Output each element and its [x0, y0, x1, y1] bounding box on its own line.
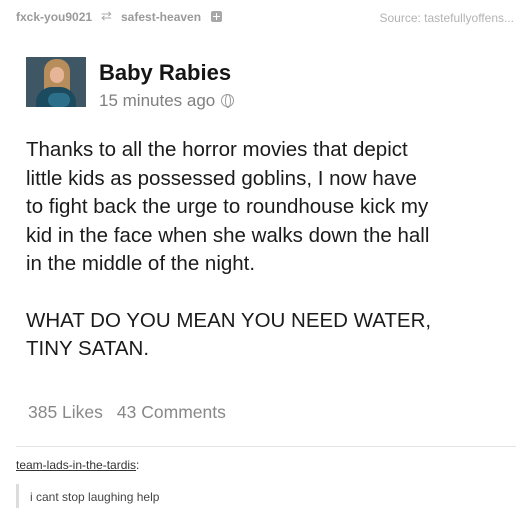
- author-name[interactable]: Baby Rabies: [99, 60, 231, 86]
- comment-text: i cant stop laughing help: [30, 490, 160, 504]
- avatar[interactable]: [26, 57, 86, 107]
- reblog-user-link[interactable]: fxck-you9021: [16, 10, 92, 24]
- divider: [16, 446, 516, 447]
- post-timestamp[interactable]: 15 minutes ago: [99, 91, 215, 110]
- plus-icon[interactable]: [211, 11, 222, 22]
- globe-icon: [221, 94, 235, 108]
- post-body: Thanks to all the horror movies that dep…: [26, 136, 521, 364]
- comment-author-row: team-lads-in-the-tardis:: [16, 458, 139, 472]
- comments-count[interactable]: 43 Comments: [117, 402, 226, 422]
- avatar-face: [50, 67, 64, 83]
- quote-bar: [16, 484, 19, 508]
- reblog-trail: fxck-you9021 ⇄ safest-heaven Source: tas…: [0, 0, 530, 34]
- post-time-row: 15 minutes ago: [99, 91, 235, 111]
- reblog-source-user-link[interactable]: safest-heaven: [121, 10, 201, 24]
- post-paragraph-2: WHAT DO YOU MEAN YOU NEED WATER, TINY SA…: [26, 308, 432, 361]
- comment-separator: :: [136, 458, 140, 472]
- avatar-belly: [48, 93, 70, 107]
- post-stats: 385 Likes 43 Comments: [28, 402, 226, 423]
- comment-author-link[interactable]: team-lads-in-the-tardis: [16, 458, 136, 472]
- reblog-icon: ⇄: [101, 8, 112, 23]
- post-paragraph-1: Thanks to all the horror movies that dep…: [26, 138, 430, 275]
- source-link[interactable]: Source: tastefullyoffens...: [379, 11, 514, 25]
- likes-count[interactable]: 385 Likes: [28, 402, 103, 422]
